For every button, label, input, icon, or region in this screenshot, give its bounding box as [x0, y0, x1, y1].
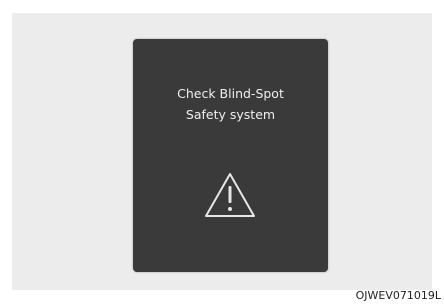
cluster-display: Check Blind-Spot Safety system	[133, 39, 328, 272]
figure-code: OJWEV071019L	[355, 289, 441, 302]
warning-triangle-icon	[205, 173, 255, 217]
warning-message: Check Blind-Spot Safety system	[133, 83, 328, 125]
message-line-1: Check Blind-Spot	[177, 86, 284, 101]
message-line-2: Safety system	[185, 107, 276, 122]
